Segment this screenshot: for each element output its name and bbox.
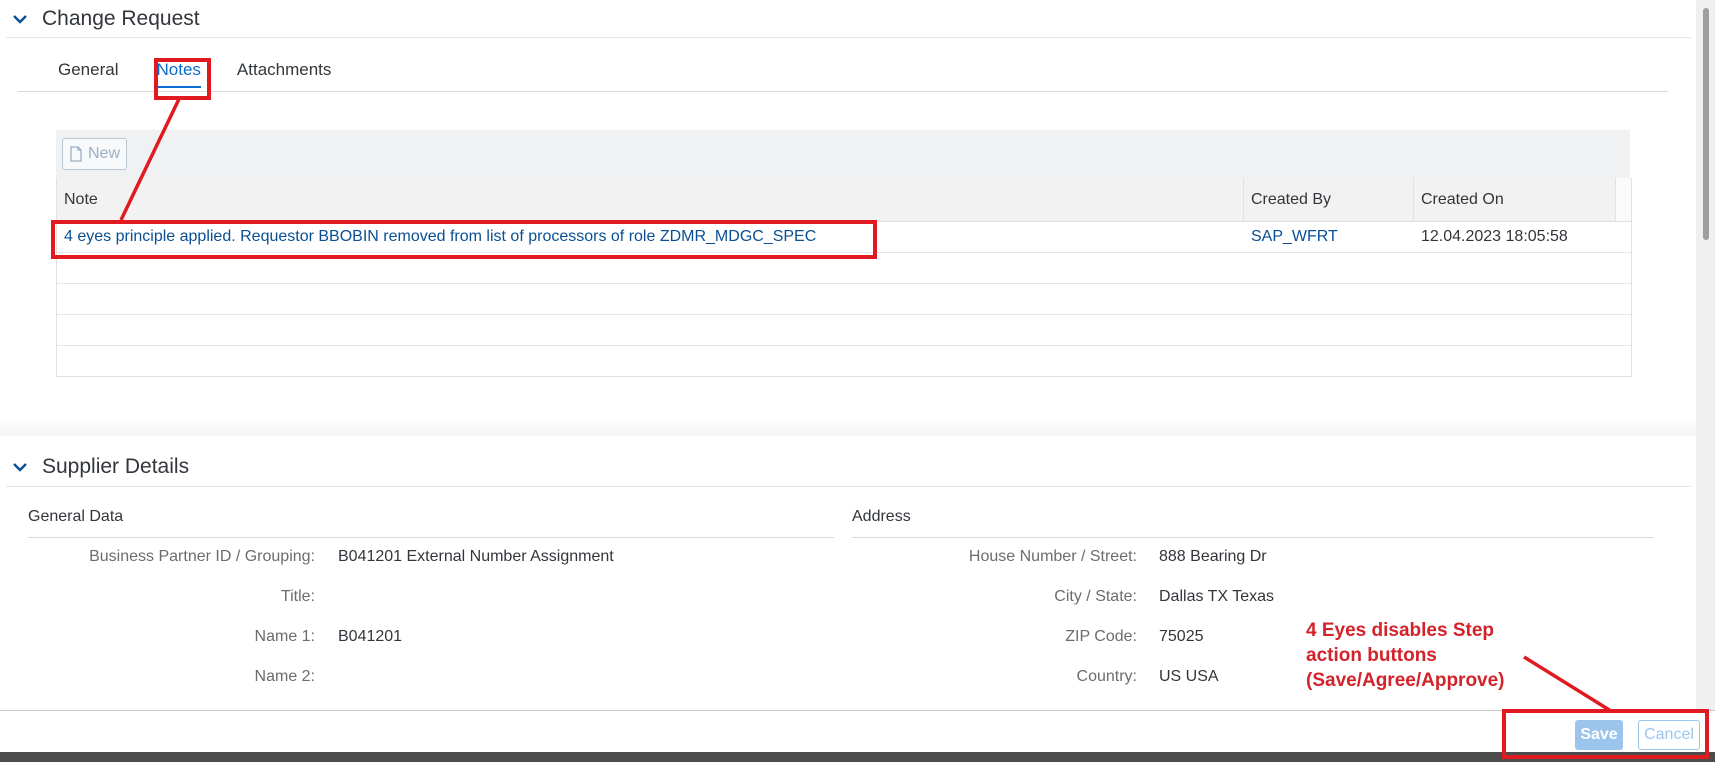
- annotation-callout-text: 4 Eyes disables Step action buttons (Sav…: [1306, 620, 1505, 691]
- annotation-line-buttons: [1523, 655, 1612, 713]
- annotation-line-notes: [119, 98, 181, 221]
